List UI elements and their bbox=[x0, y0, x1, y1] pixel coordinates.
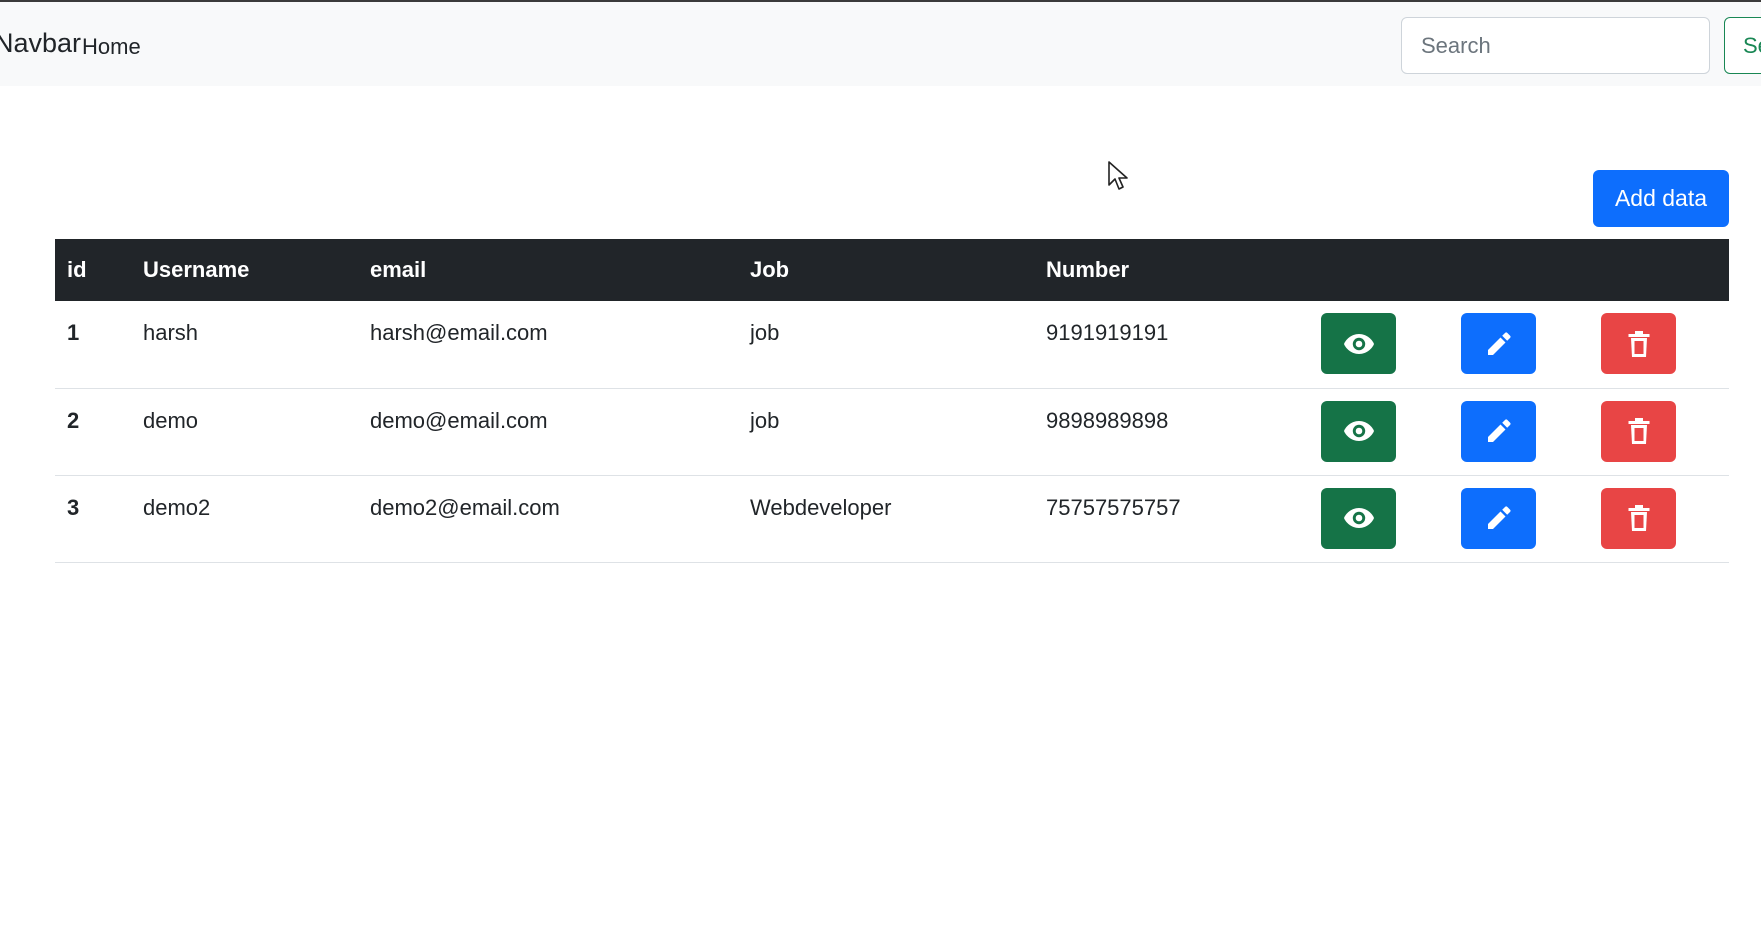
table-row: 3 demo2 demo2@email.com Webdeveloper 757… bbox=[55, 475, 1729, 563]
cell-username: demo bbox=[131, 388, 358, 476]
cell-job: Webdeveloper bbox=[738, 475, 1034, 563]
column-header-delete bbox=[1589, 239, 1729, 301]
trash-icon bbox=[1628, 505, 1649, 531]
search-input[interactable] bbox=[1401, 17, 1710, 74]
cell-id: 3 bbox=[55, 475, 131, 563]
column-header-number: Number bbox=[1046, 257, 1130, 282]
column-header-username: Username bbox=[143, 257, 250, 282]
cell-email: demo@email.com bbox=[358, 388, 738, 476]
column-header-id: id bbox=[67, 257, 87, 282]
eye-icon bbox=[1343, 508, 1374, 528]
cell-number: 75757575757 bbox=[1034, 475, 1309, 563]
eye-icon bbox=[1343, 421, 1374, 441]
cell-job: job bbox=[738, 301, 1034, 389]
cell-email: harsh@email.com bbox=[358, 301, 738, 389]
column-header-email: email bbox=[370, 257, 427, 282]
cell-username: harsh bbox=[131, 301, 358, 389]
cell-delete-action bbox=[1589, 301, 1729, 389]
column-header-view bbox=[1309, 239, 1449, 301]
nav-link-home[interactable]: Home bbox=[82, 34, 141, 60]
edit-button[interactable] bbox=[1461, 487, 1536, 549]
cell-view-action bbox=[1309, 301, 1449, 389]
delete-button[interactable] bbox=[1601, 313, 1676, 374]
cell-number: 9898989898 bbox=[1034, 388, 1309, 476]
delete-button[interactable] bbox=[1601, 487, 1676, 549]
cell-number: 9191919191 bbox=[1034, 301, 1309, 389]
cell-delete-action bbox=[1589, 475, 1729, 563]
cell-view-action bbox=[1309, 388, 1449, 476]
edit-button[interactable] bbox=[1461, 400, 1536, 462]
cell-id: 1 bbox=[55, 301, 131, 389]
table-header-row: id Username email Job Number bbox=[55, 239, 1729, 301]
trash-icon bbox=[1628, 330, 1649, 357]
pencil-icon bbox=[1487, 506, 1511, 529]
table-row: 2 demo demo@email.com job 9898989898 bbox=[55, 388, 1729, 476]
navbar: Navbar Home Search bbox=[0, 2, 1761, 86]
cell-email: demo2@email.com bbox=[358, 475, 738, 563]
cell-job: job bbox=[738, 388, 1034, 476]
cell-edit-action bbox=[1449, 475, 1589, 563]
cell-username: demo2 bbox=[131, 475, 358, 563]
data-table: id Username email Job Number 1 harsh har… bbox=[55, 239, 1729, 563]
cell-view-action bbox=[1309, 475, 1449, 563]
delete-button[interactable] bbox=[1601, 400, 1676, 462]
navbar-brand[interactable]: Navbar bbox=[0, 28, 81, 59]
column-header-job: Job bbox=[750, 257, 790, 282]
mouse-cursor-icon bbox=[1108, 161, 1128, 190]
cell-edit-action bbox=[1449, 301, 1589, 389]
view-button[interactable] bbox=[1321, 487, 1396, 549]
cell-id: 2 bbox=[55, 388, 131, 476]
eye-icon bbox=[1343, 333, 1374, 354]
edit-button[interactable] bbox=[1461, 313, 1536, 374]
column-header-edit bbox=[1449, 239, 1589, 301]
table-row: 1 harsh harsh@email.com job 9191919191 bbox=[55, 301, 1729, 389]
cell-delete-action bbox=[1589, 388, 1729, 476]
cell-edit-action bbox=[1449, 388, 1589, 476]
pencil-icon bbox=[1487, 331, 1511, 355]
view-button[interactable] bbox=[1321, 313, 1396, 374]
view-button[interactable] bbox=[1321, 400, 1396, 462]
add-data-button[interactable]: Add data bbox=[1593, 170, 1729, 227]
trash-icon bbox=[1628, 418, 1649, 444]
pencil-icon bbox=[1487, 419, 1511, 442]
search-button[interactable]: Search bbox=[1724, 17, 1761, 74]
